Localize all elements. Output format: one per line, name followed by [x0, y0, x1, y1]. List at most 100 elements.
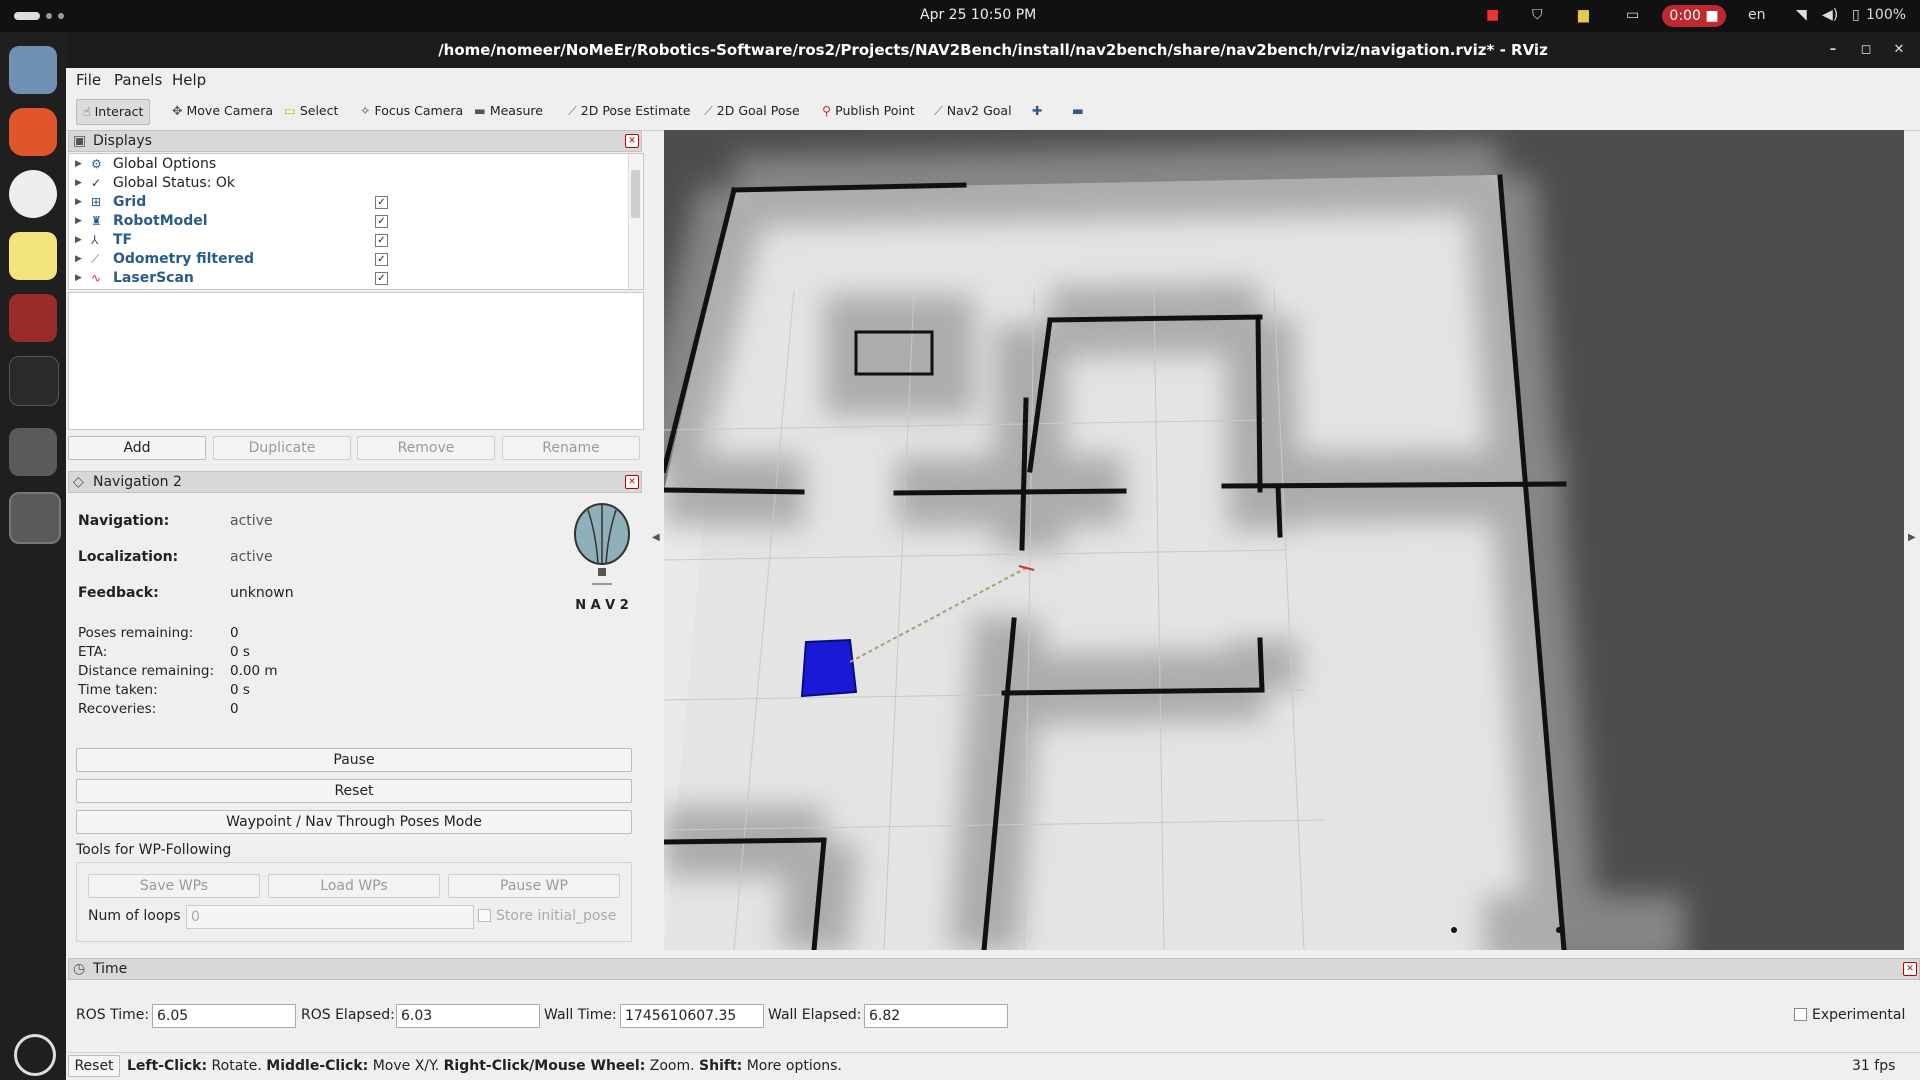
- workspace-indicator[interactable]: [14, 12, 40, 20]
- brave-browser-icon[interactable]: [9, 108, 57, 156]
- tool-2d-goal-pose[interactable]: ⟋ 2D Goal Pose: [698, 99, 806, 123]
- display-enabled-checkbox[interactable]: ✓: [375, 196, 388, 209]
- workspace-dot[interactable]: [46, 13, 52, 19]
- shield-icon[interactable]: ⛉: [1532, 7, 1543, 23]
- tree-row-odometry[interactable]: ▶ ⟋ Odometry filtered ✓: [69, 250, 625, 269]
- ubuntu-software-icon[interactable]: [9, 170, 57, 218]
- tool-move-camera[interactable]: ✥ Move Camera: [166, 99, 279, 123]
- recording-indicator[interactable]: 0:00 ■: [1662, 5, 1726, 27]
- wifi-icon[interactable]: ◥: [1796, 7, 1807, 23]
- status-divider: [68, 1052, 1920, 1053]
- remove-tool-button[interactable]: ▬: [1066, 99, 1090, 123]
- tree-row-laserscan[interactable]: ▶ ∿ LaserScan ✓: [69, 269, 625, 288]
- tool-label: Measure: [489, 103, 543, 118]
- scrollbar-thumb[interactable]: [631, 170, 640, 218]
- tree-label: TF: [113, 232, 133, 248]
- stop-icon: ■: [1705, 8, 1719, 24]
- duplicate-display-button[interactable]: Duplicate: [213, 436, 351, 460]
- display-enabled-checkbox[interactable]: ✓: [375, 272, 388, 285]
- wall-time-field[interactable]: 1745610607.35: [620, 1004, 764, 1028]
- feather-app-icon[interactable]: [9, 356, 59, 406]
- sticky-notes-icon[interactable]: [9, 232, 57, 280]
- dock: [0, 32, 66, 1080]
- collapse-left-icon[interactable]: ◀: [652, 532, 660, 543]
- expand-arrow-icon[interactable]: ▶: [75, 269, 82, 288]
- waypoint-mode-button[interactable]: Waypoint / Nav Through Poses Mode: [76, 810, 632, 834]
- display-tray-icon[interactable]: ▭: [1626, 7, 1639, 23]
- clock-icon: ◷: [73, 961, 86, 977]
- pause-wp-button[interactable]: Pause WP: [448, 874, 620, 898]
- expand-arrow-icon[interactable]: ▶: [75, 155, 82, 174]
- add-display-button[interactable]: Add: [68, 436, 206, 460]
- files-icon[interactable]: [9, 46, 57, 94]
- reset-button[interactable]: Reset: [76, 779, 632, 803]
- hint-key: Middle-Click:: [266, 1058, 369, 1074]
- tool-measure[interactable]: ▬ Measure: [468, 99, 549, 123]
- screencast-icon[interactable]: ■: [1486, 7, 1499, 23]
- num-loops-input[interactable]: 0: [186, 905, 474, 929]
- reset-view-button[interactable]: Reset: [68, 1055, 120, 1077]
- focus-camera-icon: ✧: [360, 103, 371, 118]
- window-title: /home/nomeer/NoMeEr/Robotics-Software/ro…: [438, 41, 1548, 59]
- volume-icon[interactable]: ◀): [1822, 7, 1838, 23]
- save-wps-button[interactable]: Save WPs: [88, 874, 260, 898]
- collapse-right-icon[interactable]: ▶: [1908, 532, 1916, 543]
- close-panel-icon[interactable]: ✕: [625, 134, 639, 148]
- rename-display-button[interactable]: Rename: [502, 436, 640, 460]
- recoveries-value: 0: [230, 701, 239, 717]
- tree-row-tf[interactable]: ▶ ⅄ TF ✓: [69, 231, 625, 250]
- pause-button[interactable]: Pause: [76, 748, 632, 772]
- rviz-settings-icon[interactable]: [9, 492, 61, 544]
- wall-elapsed-field[interactable]: 6.82: [864, 1004, 1008, 1028]
- display-enabled-checkbox[interactable]: ✓: [375, 215, 388, 228]
- language-indicator[interactable]: en: [1748, 7, 1766, 23]
- maximize-icon[interactable]: ◻: [1857, 41, 1875, 59]
- experimental-checkbox[interactable]: [1794, 1008, 1807, 1021]
- store-initial-pose-checkbox[interactable]: [478, 909, 491, 922]
- menu-file[interactable]: File: [76, 71, 101, 89]
- tool-interact[interactable]: ☝ Interact: [76, 99, 151, 125]
- tool-publish-point[interactable]: ⚲ Publish Point: [816, 99, 921, 123]
- show-apps-icon[interactable]: [14, 1034, 56, 1076]
- expand-arrow-icon[interactable]: ▶: [75, 231, 82, 250]
- load-wps-button[interactable]: Load WPs: [268, 874, 440, 898]
- tool-label: Nav2 Goal: [946, 103, 1012, 118]
- navigation-label: Navigation:: [78, 513, 170, 529]
- tree-row-grid[interactable]: ▶ ⊞ Grid ✓: [69, 193, 625, 212]
- remove-display-button[interactable]: Remove: [357, 436, 495, 460]
- battery-icon[interactable]: ▯: [1852, 7, 1860, 23]
- tree-row-global-options[interactable]: ▶ ⚙ Global Options: [69, 155, 625, 174]
- expand-arrow-icon[interactable]: ▶: [75, 212, 82, 231]
- settings-icon[interactable]: [9, 428, 57, 476]
- tool-nav2-goal[interactable]: ⟋ Nav2 Goal: [928, 99, 1018, 123]
- tool-2d-pose-estimate[interactable]: ⟋ 2D Pose Estimate: [562, 99, 696, 123]
- close-panel-icon[interactable]: ✕: [625, 475, 639, 489]
- clock[interactable]: Apr 25 10:50 PM: [920, 7, 1036, 23]
- nav2-goal-icon: ⟋: [934, 103, 943, 118]
- menu-help[interactable]: Help: [172, 71, 206, 89]
- feedback-label: Feedback:: [78, 585, 159, 601]
- screen-recorder-icon[interactable]: [9, 294, 57, 342]
- close-panel-icon[interactable]: ✕: [1903, 962, 1917, 976]
- expand-arrow-icon[interactable]: ▶: [75, 174, 82, 193]
- minimize-icon[interactable]: –: [1824, 41, 1842, 59]
- menu-panels[interactable]: Panels: [114, 71, 162, 89]
- ros-elapsed-field[interactable]: 6.03: [396, 1004, 540, 1028]
- render-viewport[interactable]: [664, 130, 1904, 950]
- eta-value: 0 s: [230, 644, 250, 660]
- expand-arrow-icon[interactable]: ▶: [75, 250, 82, 269]
- add-tool-button[interactable]: ✚: [1026, 99, 1048, 123]
- display-enabled-checkbox[interactable]: ✓: [375, 253, 388, 266]
- tool-label: Focus Camera: [374, 103, 464, 118]
- tree-row-global-status[interactable]: ▶ ✓ Global Status: Ok: [69, 174, 625, 193]
- display-enabled-checkbox[interactable]: ✓: [375, 234, 388, 247]
- workspace-dot[interactable]: [58, 13, 64, 19]
- tree-scrollbar[interactable]: [628, 154, 643, 289]
- notes-tray-icon[interactable]: ▆: [1578, 7, 1589, 23]
- tree-row-robotmodel[interactable]: ▶ ♜ RobotModel ✓: [69, 212, 625, 231]
- ros-time-field[interactable]: 6.05: [152, 1004, 296, 1028]
- tool-focus-camera[interactable]: ✧ Focus Camera: [354, 99, 469, 123]
- expand-arrow-icon[interactable]: ▶: [75, 193, 82, 212]
- tool-select[interactable]: ▭ Select: [278, 99, 344, 123]
- close-icon[interactable]: ✕: [1890, 41, 1908, 59]
